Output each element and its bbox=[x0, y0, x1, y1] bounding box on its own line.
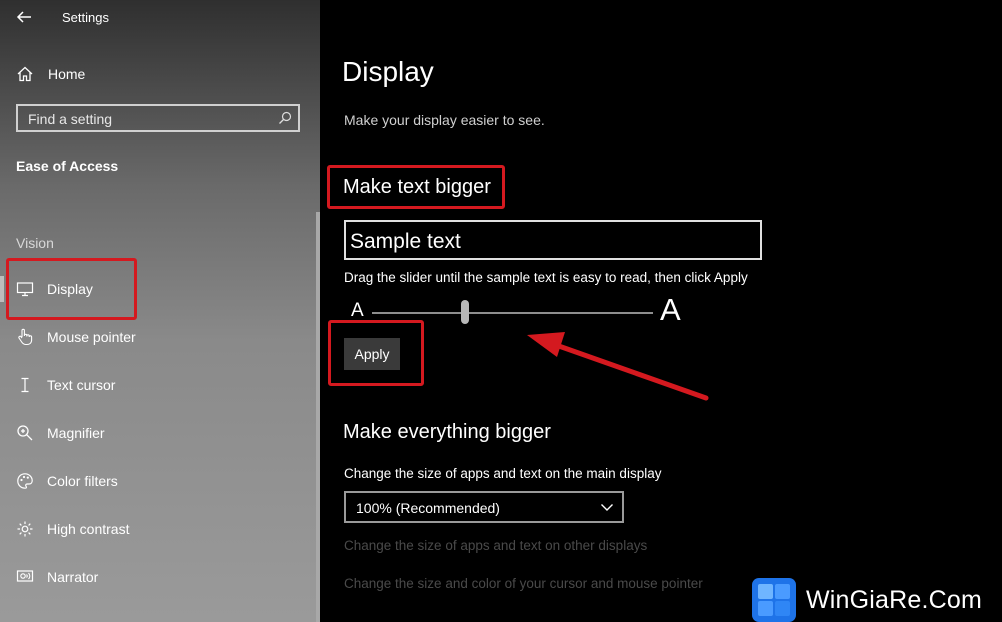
sample-text: Sample text bbox=[350, 230, 461, 253]
sidebar-item-high-contrast[interactable]: High contrast bbox=[16, 513, 306, 545]
sidebar-item-display[interactable]: Display bbox=[16, 273, 306, 305]
sidebar-item-label: Mouse pointer bbox=[47, 329, 136, 345]
search-icon[interactable] bbox=[278, 111, 292, 125]
sample-text-box: Sample text bbox=[344, 220, 762, 260]
sidebar: Settings Home Ease of Access Vision Disp… bbox=[0, 0, 320, 622]
sidebar-item-magnifier[interactable]: Magnifier bbox=[16, 417, 306, 449]
page-title: Display bbox=[342, 56, 434, 87]
apply-button[interactable]: Apply bbox=[344, 338, 400, 370]
sidebar-item-color-filters[interactable]: Color filters bbox=[16, 465, 306, 497]
chevron-down-icon bbox=[601, 504, 613, 511]
scale-label: Change the size of apps and text on the … bbox=[344, 466, 662, 481]
sidebar-item-label: Color filters bbox=[47, 473, 118, 489]
monitor-icon bbox=[16, 282, 34, 297]
search-box[interactable] bbox=[16, 104, 300, 132]
selection-indicator bbox=[0, 276, 4, 302]
narrator-icon bbox=[16, 570, 34, 582]
slider-min-label: A bbox=[351, 300, 364, 321]
sidebar-item-label: High contrast bbox=[47, 521, 130, 537]
sidebar-item-home[interactable]: Home bbox=[16, 62, 306, 86]
cursor-hand-icon bbox=[18, 328, 33, 346]
sidebar-item-label: Narrator bbox=[47, 569, 99, 585]
section-title: Ease of Access bbox=[16, 158, 119, 174]
slider-instruction: Drag the slider until the sample text is… bbox=[344, 270, 748, 285]
watermark: WinGiaRe.Com bbox=[752, 578, 1002, 622]
make-everything-bigger-heading: Make everything bigger bbox=[343, 421, 551, 443]
windows-logo-icon bbox=[752, 578, 796, 622]
other-displays-link[interactable]: Change the size of apps and text on othe… bbox=[344, 538, 647, 553]
text-cursor-icon bbox=[21, 377, 29, 393]
back-arrow-icon[interactable] bbox=[14, 8, 34, 26]
window-title: Settings bbox=[62, 10, 109, 25]
main-panel: Display Make your display easier to see.… bbox=[320, 0, 1002, 622]
high-contrast-icon bbox=[17, 521, 33, 537]
scale-dropdown[interactable]: 100% (Recommended) bbox=[344, 491, 624, 523]
make-text-bigger-heading: Make text bigger bbox=[343, 176, 491, 198]
cursor-settings-link[interactable]: Change the size and color of your cursor… bbox=[344, 576, 703, 591]
home-icon bbox=[17, 66, 33, 82]
home-label: Home bbox=[48, 66, 86, 82]
slider-max-label: A bbox=[660, 292, 681, 327]
sidebar-item-narrator[interactable]: Narrator bbox=[16, 561, 306, 593]
scale-dropdown-value: 100% (Recommended) bbox=[356, 500, 500, 516]
sidebar-item-text-cursor[interactable]: Text cursor bbox=[16, 369, 306, 401]
sidebar-item-mouse-pointer[interactable]: Mouse pointer bbox=[16, 321, 306, 353]
text-size-slider-thumb[interactable] bbox=[460, 300, 469, 324]
text-size-slider-track[interactable] bbox=[372, 312, 653, 314]
palette-icon bbox=[17, 473, 33, 489]
title-bar: Settings bbox=[0, 0, 320, 34]
magnifier-icon bbox=[17, 425, 33, 441]
page-subtitle: Make your display easier to see. bbox=[344, 112, 545, 128]
sidebar-item-label: Display bbox=[47, 281, 93, 297]
sidebar-item-label: Magnifier bbox=[47, 425, 105, 441]
sidebar-item-label: Text cursor bbox=[47, 377, 116, 393]
group-label-vision: Vision bbox=[16, 235, 54, 251]
watermark-text: WinGiaRe.Com bbox=[806, 585, 983, 614]
search-input[interactable] bbox=[26, 109, 270, 129]
